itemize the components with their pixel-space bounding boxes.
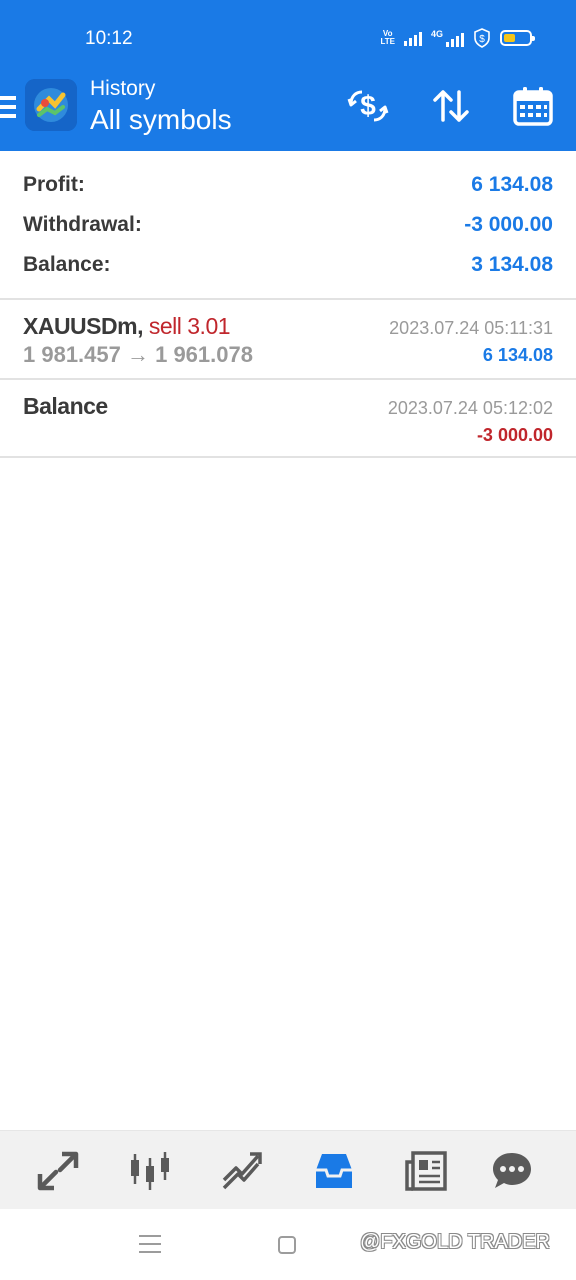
- withdrawal-row: Withdrawal: -3 000.00: [23, 210, 553, 240]
- svg-text:$: $: [479, 34, 485, 45]
- deal-time: 2023.07.24 05:12:02: [387, 398, 553, 418]
- deal-time: 2023.07.24 05:11:31: [389, 318, 553, 338]
- menu-icon[interactable]: [0, 96, 16, 118]
- status-icons: Vo LTE 4G $: [380, 26, 535, 50]
- tab-news[interactable]: [404, 1150, 448, 1192]
- shield-icon: $: [474, 28, 490, 48]
- svg-text:$: $: [360, 90, 376, 121]
- balance-label: Balance:: [23, 253, 111, 276]
- header-title[interactable]: All symbols: [90, 104, 232, 136]
- profit-row: Profit: 6 134.08: [23, 170, 553, 200]
- symbol-name: XAUUSDm,: [23, 313, 143, 339]
- sort-icon: [433, 90, 469, 122]
- news-icon: [405, 1151, 447, 1191]
- watermark: @FXGOLD TRADER: [360, 1231, 550, 1253]
- calendar-icon: [513, 87, 553, 126]
- balance-operation-row[interactable]: Balance 2023.07.24 05:12:02 -3 000.00: [0, 380, 576, 456]
- balance-value: 3 134.08: [471, 253, 553, 276]
- profit-value: 6 134.08: [471, 173, 553, 196]
- dollar-exchange-button[interactable]: $: [346, 84, 390, 128]
- signal-4g-icon: 4G: [430, 28, 464, 47]
- trade-icon: [222, 1152, 262, 1190]
- system-navigation-bar: @FXGOLD TRADER: [0, 1209, 576, 1280]
- operation-type: Balance: [23, 393, 108, 419]
- deal-symbol: XAUUSDm, sell 3.01: [23, 313, 231, 340]
- balance-row: Balance: 3 134.08: [23, 250, 553, 280]
- signal-icon: [403, 30, 422, 46]
- deal-row[interactable]: XAUUSDm, sell 3.01 1 981.457 → 1 961.078…: [0, 300, 576, 378]
- chat-icon: [493, 1153, 531, 1188]
- sort-button[interactable]: [429, 84, 473, 128]
- deal-action: sell 3.01: [148, 313, 231, 339]
- deal-prices: 1 981.457 → 1 961.078: [23, 342, 253, 367]
- deal-amount: -3 000.00: [476, 425, 553, 445]
- network-label: 4G: [430, 28, 443, 39]
- dot-leader: [151, 210, 455, 240]
- bottom-tab-bar: [0, 1130, 576, 1209]
- deal-profit: 6 134.08: [482, 345, 553, 365]
- header-subtitle: History: [90, 77, 156, 100]
- chart-candles-icon: [131, 1152, 169, 1190]
- calendar-button[interactable]: [511, 84, 555, 128]
- dot-leader: [120, 250, 462, 280]
- home-button[interactable]: [278, 1236, 296, 1254]
- summary-panel: Profit: 6 134.08 Withdrawal: -3 000.00 B…: [0, 151, 576, 299]
- status-time: 10:12: [85, 28, 133, 49]
- tab-trade[interactable]: [220, 1150, 264, 1192]
- app-logo: [25, 79, 77, 131]
- volte-icon: Vo LTE: [380, 29, 395, 46]
- app-header: 10:12 Vo LTE 4G $ History All symbols $: [0, 0, 576, 151]
- divider: [0, 456, 576, 458]
- battery-icon: [500, 30, 535, 46]
- tab-quotes[interactable]: [36, 1150, 80, 1192]
- tab-chart[interactable]: [128, 1150, 172, 1192]
- dot-leader: [94, 170, 462, 200]
- tab-chat[interactable]: [490, 1150, 534, 1192]
- withdrawal-value: -3 000.00: [464, 213, 553, 236]
- dollar-exchange-icon: $: [347, 90, 389, 122]
- quotes-icon: [37, 1151, 79, 1191]
- recent-apps-button[interactable]: [139, 1235, 161, 1255]
- history-icon: [316, 1154, 352, 1188]
- profit-label: Profit:: [23, 173, 85, 196]
- withdrawal-label: Withdrawal:: [23, 213, 142, 236]
- tab-history[interactable]: [312, 1150, 356, 1192]
